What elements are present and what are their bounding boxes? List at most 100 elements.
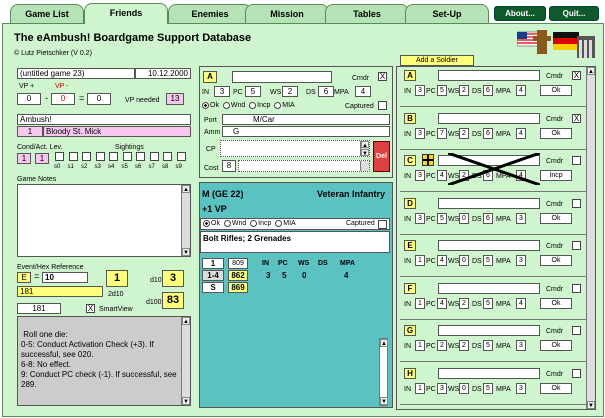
unit-in-field[interactable]: 1 bbox=[415, 255, 425, 266]
sighting-checkbox[interactable] bbox=[149, 152, 159, 161]
sighting-checkbox[interactable] bbox=[68, 152, 78, 161]
detail-stat-field[interactable]: 2 bbox=[282, 86, 298, 97]
tab-tables[interactable]: Tables bbox=[325, 4, 409, 23]
unit-status-button[interactable]: Incp bbox=[540, 170, 572, 181]
unit-cmdr-checkbox[interactable] bbox=[572, 156, 581, 165]
scroll-down-icon[interactable]: ▼ bbox=[182, 248, 190, 256]
extra-field[interactable]: 181 bbox=[17, 286, 103, 297]
event-type-field[interactable]: E bbox=[17, 272, 31, 283]
unit-pc-field[interactable]: 4 bbox=[437, 170, 447, 181]
unit-ds-field[interactable]: 5 bbox=[483, 255, 493, 266]
unit-ws-field[interactable]: 0 bbox=[459, 212, 469, 224]
status-ok[interactable]: Ok bbox=[202, 101, 219, 109]
sighting-checkbox[interactable] bbox=[163, 152, 172, 161]
detail-stat-field[interactable]: 4 bbox=[355, 86, 371, 97]
act-field[interactable]: 1 bbox=[35, 153, 49, 164]
sighting-checkbox[interactable] bbox=[176, 152, 186, 161]
card-scrollbar[interactable]: ▲ ▼ bbox=[379, 338, 388, 406]
detail-name-field[interactable] bbox=[232, 71, 332, 83]
card-status-ok[interactable]: Ok bbox=[203, 219, 220, 227]
scroll-up-icon[interactable]: ▲ bbox=[380, 339, 388, 347]
unit-mpa-field[interactable]: 4 bbox=[516, 127, 526, 139]
unit-ds-field[interactable]: 6 bbox=[483, 85, 493, 96]
unit-in-field[interactable]: 3 bbox=[415, 170, 425, 181]
scroll-up-icon[interactable]: ▲ bbox=[587, 67, 595, 75]
unit-mpa-field[interactable]: 3 bbox=[516, 212, 526, 224]
unit-name-field[interactable] bbox=[438, 197, 540, 209]
scroll-up-icon[interactable]: ▲ bbox=[361, 141, 369, 149]
detail-stat-field[interactable]: 6 bbox=[318, 86, 334, 97]
scroll-down-icon[interactable]: ▼ bbox=[587, 401, 595, 409]
add-soldier-button[interactable]: Add a Soldier bbox=[400, 55, 474, 66]
unit-in-field[interactable]: 3 bbox=[415, 85, 425, 96]
sighting-checkbox[interactable] bbox=[109, 152, 118, 161]
unit-ws-field[interactable]: 2 bbox=[459, 127, 469, 139]
unit-pc-field[interactable]: 5 bbox=[437, 212, 447, 224]
unit-ds-field[interactable]: 5 bbox=[483, 382, 493, 394]
tab-mission[interactable]: Mission bbox=[245, 4, 329, 23]
detail-stat-field[interactable]: 5 bbox=[245, 86, 261, 97]
port-field[interactable]: M/Car bbox=[222, 114, 390, 125]
unit-pc-field[interactable]: 4 bbox=[437, 297, 447, 309]
sighting-checkbox[interactable] bbox=[122, 152, 132, 161]
unit-status-button[interactable]: Ok bbox=[540, 297, 572, 309]
unit-status-button[interactable]: Ok bbox=[540, 382, 572, 394]
detail-stat-field[interactable]: 3 bbox=[214, 86, 230, 97]
smartview-checkbox[interactable]: X bbox=[86, 304, 95, 313]
unit-ws-field[interactable]: 0 bbox=[459, 255, 469, 266]
cost-field[interactable]: 8 bbox=[222, 160, 236, 172]
unit-cmdr-checkbox[interactable]: X bbox=[572, 71, 581, 80]
cond-field[interactable]: 1 bbox=[17, 153, 31, 164]
unit-in-field[interactable]: 1 bbox=[415, 297, 425, 309]
game-notes-area[interactable]: ▲ ▼ bbox=[17, 184, 191, 257]
game-name-field[interactable]: (untitled game 23) bbox=[17, 68, 135, 79]
module-field[interactable]: Ambush! bbox=[17, 114, 191, 125]
unit-pc-field[interactable]: 7 bbox=[437, 127, 447, 139]
unit-mpa-field[interactable]: 4 bbox=[516, 85, 526, 96]
cost-notes-field[interactable] bbox=[238, 160, 370, 172]
unit-mpa-field[interactable]: 3 bbox=[516, 382, 526, 394]
unit-mpa-field[interactable]: 3 bbox=[516, 255, 526, 266]
unit-in-field[interactable]: 3 bbox=[415, 127, 425, 139]
delete-button[interactable]: Del bbox=[373, 141, 390, 172]
unit-ws-field[interactable]: 2 bbox=[459, 340, 469, 351]
event-number-field[interactable]: 10 bbox=[42, 272, 88, 283]
vp-needed-field[interactable]: 13 bbox=[166, 93, 184, 105]
ammo-field[interactable]: G bbox=[222, 126, 390, 137]
unit-status-button[interactable]: Ok bbox=[540, 212, 572, 224]
smartview-value-field[interactable]: 181 bbox=[17, 303, 61, 314]
unit-in-field[interactable]: 1 bbox=[415, 382, 425, 394]
card-status-mia[interactable]: MIA bbox=[275, 219, 296, 227]
unit-ws-field[interactable]: 2 bbox=[459, 297, 469, 309]
tab-enemies[interactable]: Enemies bbox=[168, 4, 252, 23]
sighting-checkbox[interactable] bbox=[136, 152, 145, 161]
sighting-checkbox[interactable] bbox=[95, 152, 105, 161]
unit-ws-field[interactable]: 2 bbox=[459, 85, 469, 96]
unit-name-field[interactable] bbox=[438, 367, 540, 379]
scroll-up-icon[interactable]: ▲ bbox=[182, 185, 190, 193]
unit-cmdr-checkbox[interactable] bbox=[572, 198, 581, 208]
unit-name-field[interactable] bbox=[438, 112, 540, 124]
unit-mpa-field[interactable]: 3 bbox=[516, 340, 526, 351]
cp-field[interactable]: ▲ ▼ bbox=[220, 140, 370, 157]
scroll-down-icon[interactable]: ▼ bbox=[380, 397, 388, 405]
unit-cmdr-checkbox[interactable] bbox=[572, 368, 581, 378]
unit-ds-field[interactable]: 6 bbox=[483, 212, 493, 224]
card-status-wnd[interactable]: Wnd bbox=[223, 219, 246, 227]
unit-pc-field[interactable]: 3 bbox=[437, 382, 447, 394]
unit-cmdr-checkbox[interactable] bbox=[572, 326, 581, 335]
unit-status-button[interactable]: Ok bbox=[540, 127, 572, 139]
unit-pc-field[interactable]: 2 bbox=[437, 340, 447, 351]
unit-name-field[interactable] bbox=[438, 240, 540, 251]
unit-ws-field[interactable]: 0 bbox=[459, 382, 469, 394]
unit-name-field[interactable] bbox=[438, 70, 540, 81]
notes-scrollbar[interactable]: ▲ ▼ bbox=[181, 185, 190, 256]
sighting-checkbox[interactable] bbox=[55, 152, 64, 161]
vp-plus-field[interactable]: 0 bbox=[17, 93, 41, 105]
event-scrollbar[interactable]: ▲ ▼ bbox=[181, 317, 190, 405]
mission-number-field[interactable]: 1 bbox=[17, 126, 43, 137]
unit-in-field[interactable]: 3 bbox=[415, 212, 425, 224]
vp-minus-field[interactable]: 0 bbox=[51, 93, 75, 105]
tab-game-list[interactable]: Game List bbox=[10, 4, 84, 23]
unit-mpa-field[interactable]: 4 bbox=[516, 297, 526, 309]
